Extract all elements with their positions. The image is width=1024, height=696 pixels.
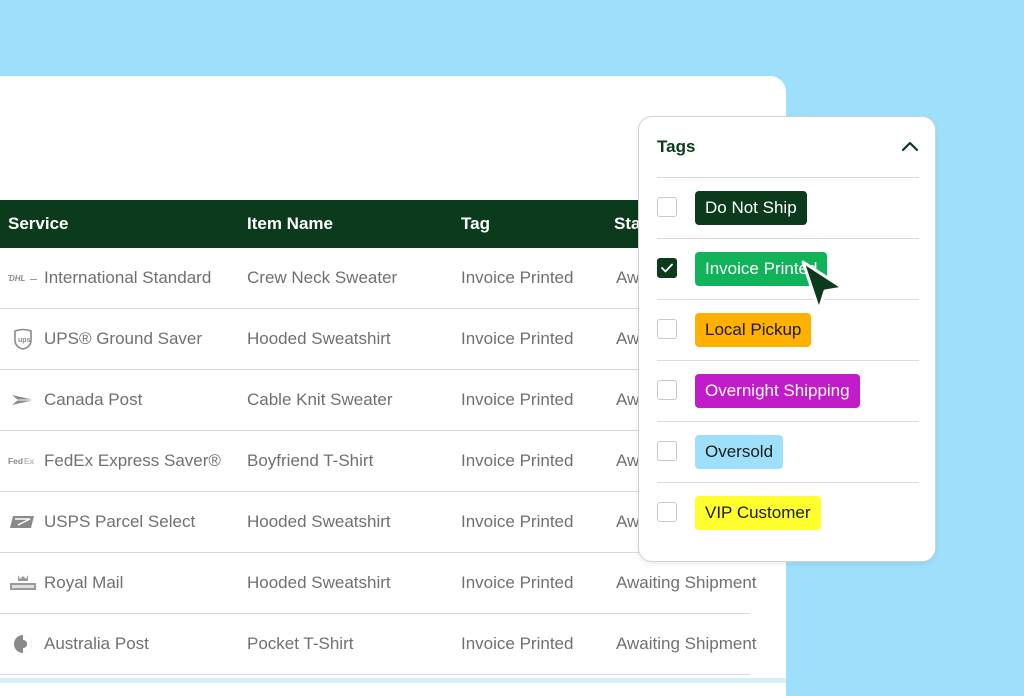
- row-item: Hooded Sweatshirt: [247, 329, 391, 348]
- dhl-logo-icon: DHL: [8, 268, 38, 288]
- row-status: Aw: [616, 451, 640, 470]
- tag-chip: VIP Customer: [695, 496, 821, 530]
- fedex-logo-icon: Fed Ex: [8, 451, 38, 471]
- row-service: Australia Post: [44, 634, 149, 653]
- row-tag: Invoice Printed: [461, 390, 574, 409]
- tag-option-oversold[interactable]: Oversold: [657, 421, 919, 482]
- australia-post-logo-icon: [8, 634, 38, 654]
- row-service: USPS Parcel Select: [44, 512, 196, 531]
- row-status: Aw: [616, 512, 640, 531]
- tag-checkbox-checked[interactable]: [657, 258, 677, 278]
- svg-text:Ex: Ex: [24, 456, 35, 466]
- tag-chip: Do Not Ship: [695, 191, 807, 225]
- row-status: Aw: [616, 329, 640, 348]
- row-tag: Invoice Printed: [461, 268, 574, 287]
- row-item: Pocket T-Shirt: [247, 634, 354, 653]
- row-status: Awaiting Shipment: [616, 573, 757, 592]
- checkmark-icon: [660, 263, 673, 272]
- row-service: FedEx Express Saver®: [44, 451, 221, 470]
- row-status: Awaiting Shipment: [616, 634, 757, 653]
- tag-checkbox[interactable]: [657, 502, 677, 522]
- row-service: Royal Mail: [44, 573, 124, 592]
- row-service: Canada Post: [44, 390, 143, 409]
- row-status: Aw: [616, 390, 640, 409]
- row-item: Hooded Sweatshirt: [247, 512, 391, 531]
- canada-post-logo-icon: [8, 390, 38, 410]
- header-tag[interactable]: Tag: [461, 200, 490, 248]
- tag-checkbox[interactable]: [657, 380, 677, 400]
- row-item: Boyfriend T-Shirt: [247, 451, 374, 470]
- svg-text:Fed: Fed: [8, 456, 23, 466]
- table-row[interactable]: Royal Mail Hooded Sweatshirt Invoice Pri…: [0, 553, 757, 614]
- row-item: Hooded Sweatshirt: [247, 573, 391, 592]
- tag-option-do-not-ship[interactable]: Do Not Ship: [657, 177, 919, 238]
- ups-logo-icon: ups: [8, 328, 38, 350]
- tag-option-vip-customer[interactable]: VIP Customer: [657, 482, 919, 543]
- table-row[interactable]: Australia Post Pocket T-Shirt Invoice Pr…: [0, 614, 757, 675]
- tag-option-invoice-printed[interactable]: Invoice Printed: [657, 238, 919, 299]
- table-bottom-strip: [0, 678, 786, 683]
- chevron-up-icon[interactable]: [901, 139, 919, 153]
- usps-logo-icon: [8, 512, 38, 532]
- dropdown-title: Tags: [657, 137, 696, 156]
- row-tag: Invoice Printed: [461, 634, 574, 653]
- row-service: UPS® Ground Saver: [44, 329, 203, 348]
- svg-text:DHL: DHL: [9, 274, 26, 283]
- row-item: Crew Neck Sweater: [247, 268, 398, 287]
- tag-checkbox[interactable]: [657, 441, 677, 461]
- tag-checkbox[interactable]: [657, 319, 677, 339]
- tag-option-overnight-shipping[interactable]: Overnight Shipping: [657, 360, 919, 421]
- tag-chip: Overnight Shipping: [695, 374, 860, 408]
- royal-mail-logo-icon: [8, 573, 38, 593]
- row-tag: Invoice Printed: [461, 329, 574, 348]
- tag-chip: Oversold: [695, 435, 784, 469]
- mouse-cursor-icon: [801, 260, 845, 312]
- row-tag: Invoice Printed: [461, 451, 574, 470]
- row-item: Cable Knit Sweater: [247, 390, 393, 409]
- row-tag: Invoice Printed: [461, 573, 574, 592]
- svg-text:ups: ups: [18, 337, 31, 344]
- tag-option-local-pickup[interactable]: Local Pickup: [657, 299, 919, 360]
- row-tag: Invoice Printed: [461, 512, 574, 531]
- row-status: Aw: [616, 268, 640, 287]
- tag-chip: Local Pickup: [695, 313, 812, 347]
- header-service[interactable]: Service: [8, 200, 69, 248]
- tag-checkbox[interactable]: [657, 197, 677, 217]
- tags-dropdown[interactable]: Tags Do Not Ship Invoice Printed Local P…: [638, 116, 936, 562]
- header-status[interactable]: Sta: [614, 200, 640, 248]
- header-item-name[interactable]: Item Name: [247, 200, 333, 248]
- row-service: International Standard: [44, 268, 212, 287]
